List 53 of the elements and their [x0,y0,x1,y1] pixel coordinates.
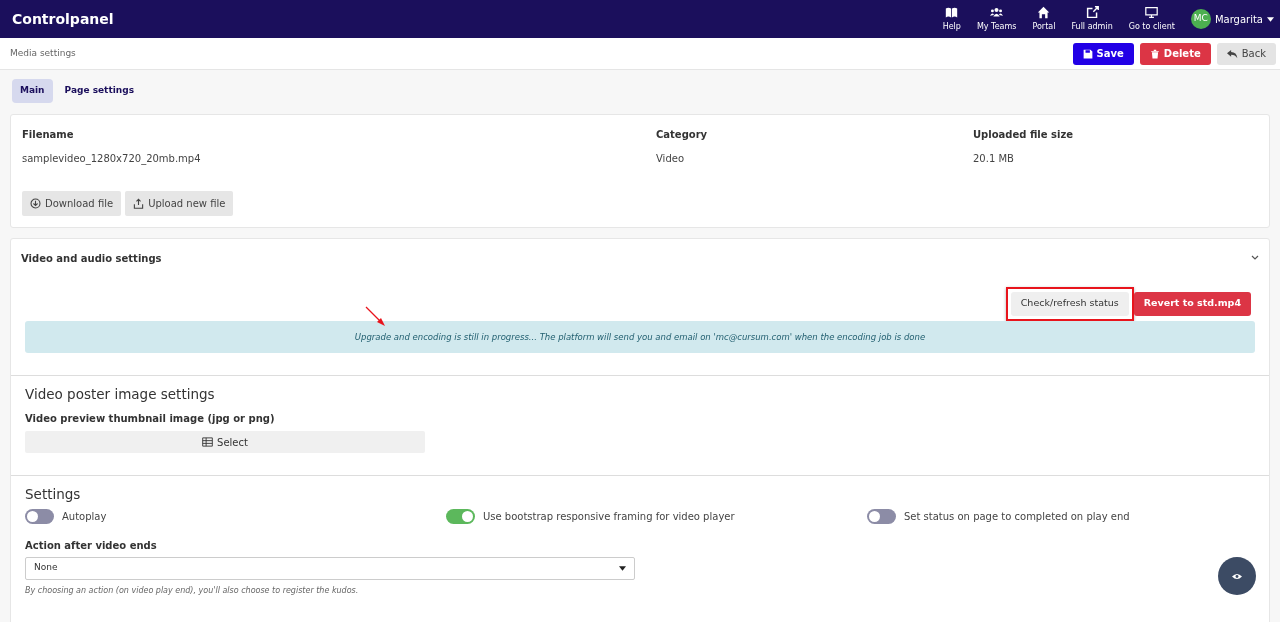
upload-icon [133,197,145,209]
chevron-icon[interactable] [1251,255,1259,261]
section-title: Settings [25,486,82,503]
brand-title: Controlpanel [12,9,114,29]
toggle-label: Autoplay [62,509,107,524]
caret-icon [619,565,626,571]
nav-link[interactable]: Go to client [1120,5,1183,33]
toggle-switch[interactable] [446,508,475,524]
users-icon [990,5,1004,19]
download-button[interactable]: Download file [22,190,122,216]
download-icon [30,197,41,209]
monitor-icon [1145,5,1159,19]
tab[interactable]: Page settings [56,79,142,103]
delete-button[interactable]: Delete [1139,42,1211,65]
select-button[interactable]: Select [25,431,425,454]
toggle-switch[interactable] [25,508,54,524]
column-label: Uploaded file size [973,127,1073,142]
column-value: 20.1 MB [973,151,1015,166]
book-icon [945,5,959,19]
section-title: Video and audio settings [21,251,162,266]
revert-button[interactable]: Revert to std.mp4 [1133,291,1251,316]
caret-icon [1267,16,1274,22]
edit-icon [1085,5,1099,19]
column-label: Filename [22,127,75,142]
toggle-switch[interactable] [867,508,896,524]
field-label: Action after video ends [25,538,158,553]
upload-button[interactable]: Upload new file [125,190,234,216]
refresh-button[interactable]: Check/refresh status [1010,291,1129,316]
reply-arrow-icon [1226,48,1238,59]
nav-link[interactable]: Help [934,5,969,33]
trash-icon [1149,48,1160,59]
home-icon [1037,5,1051,19]
floppy-icon [1082,48,1093,59]
info-alert: Upgrade and encoding is still in progress... The platform will send you and email on 'mc@cursum.com' when the encoding job is done [25,320,1255,354]
eye-icon [1232,572,1242,580]
column-value: Video [656,151,686,166]
table-icon [202,437,214,448]
back-button[interactable]: Back [1216,42,1276,65]
column-value: samplevideo_1280x720_20mb.mp4 [22,151,202,166]
toggle-label: Set status on page to completed on play end [904,509,1130,524]
section-title: Video poster image settings [25,386,216,403]
page-title: Media settings [10,46,76,60]
save-button[interactable]: Save [1072,42,1134,65]
user-menu[interactable]: MC Margarita [1190,9,1274,29]
help-text: By choosing an action (on video play end), you'll also choose to register the kudos. [25,584,360,597]
field-label: Video preview thumbnail image (jpg or png) [25,412,276,427]
nav-link[interactable]: My Teams [968,5,1025,33]
toggle-label: Use bootstrap responsive framing for video player [483,509,735,524]
nav-link[interactable]: Portal [1024,5,1064,33]
column-label: Category [656,127,709,142]
nav-link[interactable]: Full admin [1063,5,1121,33]
tab[interactable]: Main [12,79,53,103]
select-field[interactable]: None [25,556,635,580]
